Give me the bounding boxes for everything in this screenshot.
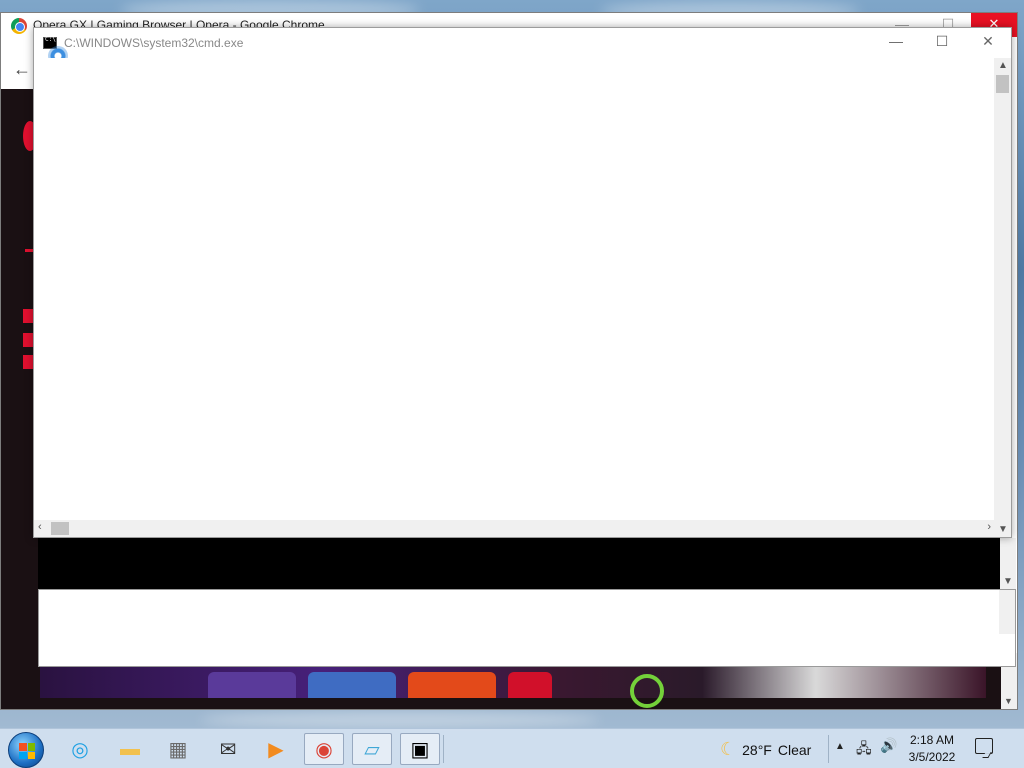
chrome-icon-glyph: ◉: [315, 738, 333, 761]
show-hidden-icons-icon[interactable]: ▲: [835, 741, 845, 752]
network-icon[interactable]: 🖧: [856, 738, 872, 762]
microsoft-store-icon[interactable]: ▦: [158, 733, 198, 765]
microsoft-store-icon-glyph: ▦: [168, 738, 188, 761]
notepad-icon-glyph: ▱: [364, 738, 380, 761]
feature-card: [208, 672, 296, 698]
cmd-titlebar[interactable]: C:\WINDOWS\system32\cmd.exe — ☐ ✕: [34, 28, 1011, 66]
weather-temperature: 28°F: [742, 741, 772, 758]
console-lower-panel: [38, 589, 1016, 667]
console-scrollbar[interactable]: ▼: [1000, 538, 1016, 589]
notification-center-icon[interactable]: [975, 738, 993, 754]
volume-icon[interactable]: 🔊: [880, 737, 897, 754]
clock-date: 3/5/2022: [908, 750, 956, 764]
cmd-window[interactable]: C:\WINDOWS\system32\cmd.exe — ☐ ✕ ▲ ▼ ‹ …: [33, 27, 1012, 538]
taskbar: ◎ ▬ ▦ ✉ ▶ ◉ ▱ ▣ ☾ 28°F Clear ▲ 🖧 🔊 2:18 AM 3/5/…: [0, 728, 1024, 768]
media-player-icon[interactable]: ▶: [256, 733, 296, 765]
taskbar-separator: [828, 735, 829, 763]
weather-widget[interactable]: ☾ 28°F Clear: [720, 739, 811, 760]
file-explorer-icon[interactable]: ▬: [110, 733, 150, 765]
file-explorer-icon-glyph: ▬: [120, 737, 140, 760]
cmd-maximize-button[interactable]: ☐: [919, 28, 965, 56]
start-button[interactable]: [8, 732, 44, 768]
chrome-logo-icon: [11, 18, 27, 34]
cmd-close-button[interactable]: ✕: [965, 28, 1011, 56]
feature-card: [508, 672, 552, 698]
cmd-vertical-scrollbar[interactable]: ▲ ▼: [994, 58, 1011, 537]
chrome-icon[interactable]: ◉: [304, 733, 344, 765]
page-accent-dash: [25, 249, 33, 252]
weather-condition: Clear: [777, 741, 812, 758]
horizontal-scroll-thumb[interactable]: [51, 522, 69, 535]
taskbar-clock[interactable]: 2:18 AM 3/5/2022: [906, 732, 958, 766]
cmd-console-area[interactable]: [34, 58, 995, 521]
opera-o-icon: [630, 674, 664, 708]
cmd-icon[interactable]: ▣: [400, 733, 440, 765]
edge-icon[interactable]: ◎: [60, 733, 100, 765]
scroll-up-arrow-icon[interactable]: ▲: [998, 60, 1008, 71]
cmd-icon-glyph: ▣: [410, 738, 430, 761]
cmd-minimize-button[interactable]: —: [873, 28, 919, 56]
media-player-icon-glyph: ▶: [268, 738, 284, 761]
taskbar-separator: [443, 735, 444, 763]
notepad-icon[interactable]: ▱: [352, 733, 392, 765]
clock-time: 2:18 AM: [909, 733, 955, 747]
edge-icon-glyph: ◎: [71, 738, 89, 761]
console-black-area: [38, 538, 1000, 589]
feature-card: [308, 672, 396, 698]
vertical-scroll-thumb[interactable]: [996, 75, 1009, 93]
cmd-horizontal-scrollbar[interactable]: ‹ ›: [34, 520, 995, 537]
mail-icon-glyph: ✉: [219, 738, 237, 761]
scroll-right-arrow-icon[interactable]: ›: [987, 521, 991, 533]
lower-panel-scrollbar[interactable]: [999, 590, 1015, 634]
feature-card: [408, 672, 496, 698]
cmd-window-title: C:\WINDOWS\system32\cmd.exe: [64, 36, 244, 50]
scroll-down-arrow-icon[interactable]: ▼: [998, 524, 1008, 535]
wallpaper-cloud: [200, 712, 600, 728]
scroll-left-arrow-icon[interactable]: ‹: [38, 521, 42, 533]
moon-icon: ☾: [720, 739, 737, 759]
mail-icon[interactable]: ✉: [208, 733, 248, 765]
windows-logo-icon: [19, 743, 35, 759]
back-arrow-icon[interactable]: ←: [13, 59, 31, 80]
